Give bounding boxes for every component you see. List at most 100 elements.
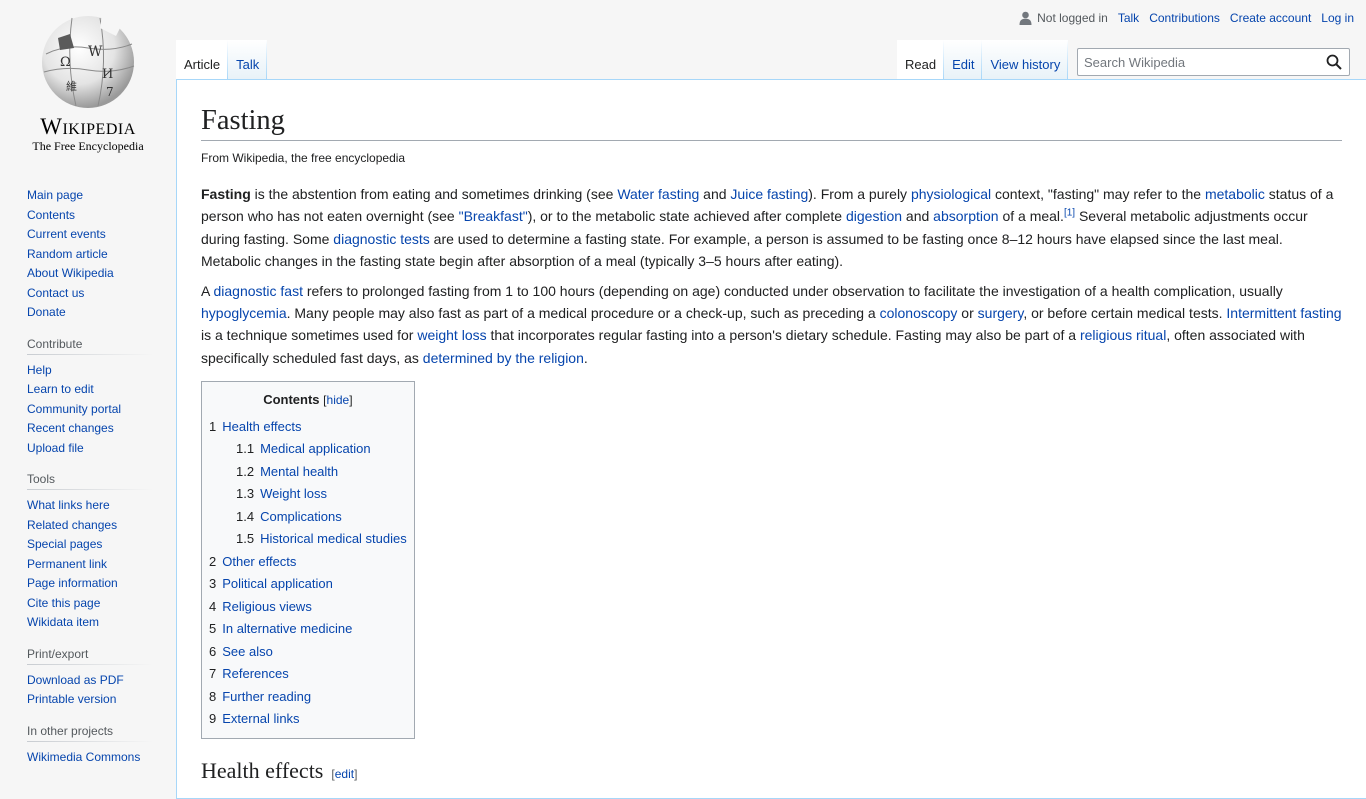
- toc-entry[interactable]: 3 Political application: [209, 573, 407, 596]
- log-in-link[interactable]: Log in: [1321, 11, 1354, 25]
- wikipedia-logo[interactable]: W Ω И 維 7 Wikipedia The Free Encyclopedi…: [0, 0, 176, 160]
- inline-link[interactable]: diagnostic fast: [213, 283, 303, 299]
- toc-entry[interactable]: 4 Religious views: [209, 596, 407, 619]
- anon-status: Not logged in: [1019, 11, 1108, 25]
- inline-link[interactable]: Intermittent fasting: [1226, 305, 1341, 321]
- toc-entry-link[interactable]: 6 See also: [209, 644, 273, 659]
- toc-entry-link[interactable]: 1.1 Medical application: [236, 441, 371, 456]
- toc-entry-link[interactable]: 1.4 Complications: [236, 509, 342, 524]
- tab-view-history[interactable]: View history: [982, 40, 1068, 80]
- search-input[interactable]: [1078, 49, 1308, 75]
- toc-entry-link[interactable]: 4 Religious views: [209, 599, 312, 614]
- toc-entry[interactable]: 1.4 Complications: [209, 506, 407, 529]
- toc-entry[interactable]: 1.1 Medical application: [209, 438, 407, 461]
- sidebar-item-download-pdf[interactable]: Download as PDF: [27, 673, 124, 687]
- sidebar-item-upload-file[interactable]: Upload file: [27, 441, 84, 455]
- sidebar-item-help[interactable]: Help: [27, 363, 52, 377]
- inline-link[interactable]: diagnostic tests: [333, 231, 430, 247]
- sidebar-item-about-wikipedia[interactable]: About Wikipedia: [27, 266, 114, 280]
- toc-entry[interactable]: 5 In alternative medicine: [209, 618, 407, 641]
- toc-entry[interactable]: 1.2 Mental health: [209, 461, 407, 484]
- toc-hide-toggle[interactable]: hide: [327, 393, 350, 407]
- sidebar-item-what-links-here[interactable]: What links here: [27, 498, 110, 512]
- inline-link[interactable]: absorption: [933, 208, 998, 224]
- toc-entry-label: In alternative medicine: [222, 621, 353, 637]
- toc-list: 1 Health effects 1.1 Medical application 1.2…: [209, 416, 407, 731]
- sidebar-item-wikimedia-commons[interactable]: Wikimedia Commons: [27, 750, 140, 764]
- toc-entry[interactable]: 1.5 Historical medical studies: [209, 528, 407, 551]
- toc-entry-label: Health effects: [222, 418, 302, 434]
- toc-entry-link[interactable]: 8 Further reading: [209, 689, 311, 704]
- tab-talk[interactable]: Talk: [228, 40, 267, 80]
- sidebar-item-donate[interactable]: Donate: [27, 305, 66, 319]
- toc-entry[interactable]: 8 Further reading: [209, 686, 407, 709]
- toc-entry-link[interactable]: 5 In alternative medicine: [209, 621, 352, 636]
- toc-entry-label: External links: [222, 711, 300, 727]
- toc-entry-label: Medical application: [260, 441, 371, 457]
- sidebar: Main page Contents Current events Random…: [0, 178, 176, 767]
- toc-entry[interactable]: 7 References: [209, 663, 407, 686]
- puzzle-globe-icon: W Ω И 維 7: [42, 16, 135, 108]
- section-heading-health-effects: Health effects [edit]: [201, 757, 358, 783]
- section-edit-link[interactable]: edit: [335, 767, 354, 781]
- toc-entry[interactable]: 2 Other effects: [209, 551, 407, 574]
- sidebar-item-related-changes[interactable]: Related changes: [27, 518, 117, 532]
- sidebar-item-cite-this-page[interactable]: Cite this page: [27, 596, 100, 610]
- toc-entry-number: 1.1: [236, 441, 255, 457]
- toc-entry-number: 3: [209, 576, 217, 592]
- inline-link[interactable]: hypoglycemia: [201, 305, 287, 321]
- tab-read[interactable]: Read: [897, 40, 944, 80]
- sidebar-item-wikidata-item[interactable]: Wikidata item: [27, 615, 99, 629]
- sidebar-item-page-information[interactable]: Page information: [27, 576, 118, 590]
- sidebar-item-printable-version[interactable]: Printable version: [27, 692, 116, 706]
- inline-link[interactable]: physiological: [911, 186, 991, 202]
- inline-link[interactable]: determined by the religion: [423, 350, 584, 366]
- inline-link[interactable]: surgery: [978, 305, 1024, 321]
- toc-entry-link[interactable]: 9 External links: [209, 711, 300, 726]
- toc-entry-link[interactable]: 7 References: [209, 666, 289, 681]
- toc-entry[interactable]: 1 Health effects: [209, 416, 407, 439]
- bold-term: Fasting: [201, 186, 251, 203]
- namespace-tabs: Article Talk: [176, 40, 267, 80]
- create-account-link[interactable]: Create account: [1230, 11, 1311, 25]
- user-talk-link[interactable]: Talk: [1118, 11, 1139, 25]
- toc-entry[interactable]: 1.3 Weight loss: [209, 483, 407, 506]
- svg-text:維: 維: [66, 80, 77, 93]
- toc-entry-number: 2: [209, 553, 217, 569]
- sidebar-item-contact-us[interactable]: Contact us: [27, 286, 84, 300]
- contributions-link[interactable]: Contributions: [1149, 11, 1220, 25]
- sidebar-item-special-pages[interactable]: Special pages: [27, 537, 102, 551]
- inline-link[interactable]: Juice fasting: [730, 186, 808, 202]
- inline-link[interactable]: colonoscopy: [880, 305, 958, 321]
- sidebar-item-community-portal[interactable]: Community portal: [27, 402, 121, 416]
- toc-entry[interactable]: 6 See also: [209, 641, 407, 664]
- citation-link[interactable]: [1]: [1064, 208, 1075, 219]
- sidebar-item-learn-to-edit[interactable]: Learn to edit: [27, 382, 94, 396]
- sidebar-item-permanent-link[interactable]: Permanent link: [27, 557, 107, 571]
- sidebar-projects-heading: In other projects: [27, 723, 152, 742]
- tab-article[interactable]: Article: [176, 40, 228, 80]
- toc-entry-link[interactable]: 1.3 Weight loss: [236, 486, 327, 501]
- search-box: [1077, 48, 1350, 76]
- sidebar-print-export: Print/export Download as PDF Printable v…: [27, 646, 152, 710]
- inline-link[interactable]: metabolic: [1205, 186, 1265, 202]
- toc-entry[interactable]: 9 External links: [209, 708, 407, 731]
- sidebar-item-main-page[interactable]: Main page: [27, 188, 83, 202]
- sidebar-item-contents[interactable]: Contents: [27, 208, 75, 222]
- toc-entry-link[interactable]: 1.5 Historical medical studies: [236, 531, 407, 546]
- sidebar-item-current-events[interactable]: Current events: [27, 227, 106, 241]
- toc-entry-link[interactable]: 2 Other effects: [209, 554, 296, 569]
- toc-entry-link[interactable]: 1 Health effects: [209, 419, 302, 434]
- inline-link[interactable]: weight loss: [417, 327, 486, 343]
- inline-link[interactable]: "Breakfast": [459, 208, 528, 224]
- toc-entry-link[interactable]: 1.2 Mental health: [236, 464, 338, 479]
- inline-link[interactable]: religious ritual: [1080, 327, 1166, 343]
- inline-link[interactable]: Water fasting: [617, 186, 699, 202]
- toc-entry-label: Other effects: [222, 553, 297, 569]
- sidebar-item-recent-changes[interactable]: Recent changes: [27, 421, 114, 435]
- sidebar-item-random-article[interactable]: Random article: [27, 247, 108, 261]
- tab-edit[interactable]: Edit: [944, 40, 982, 80]
- toc-entry-link[interactable]: 3 Political application: [209, 576, 333, 591]
- inline-link[interactable]: digestion: [846, 208, 902, 224]
- search-icon[interactable]: [1326, 54, 1342, 70]
